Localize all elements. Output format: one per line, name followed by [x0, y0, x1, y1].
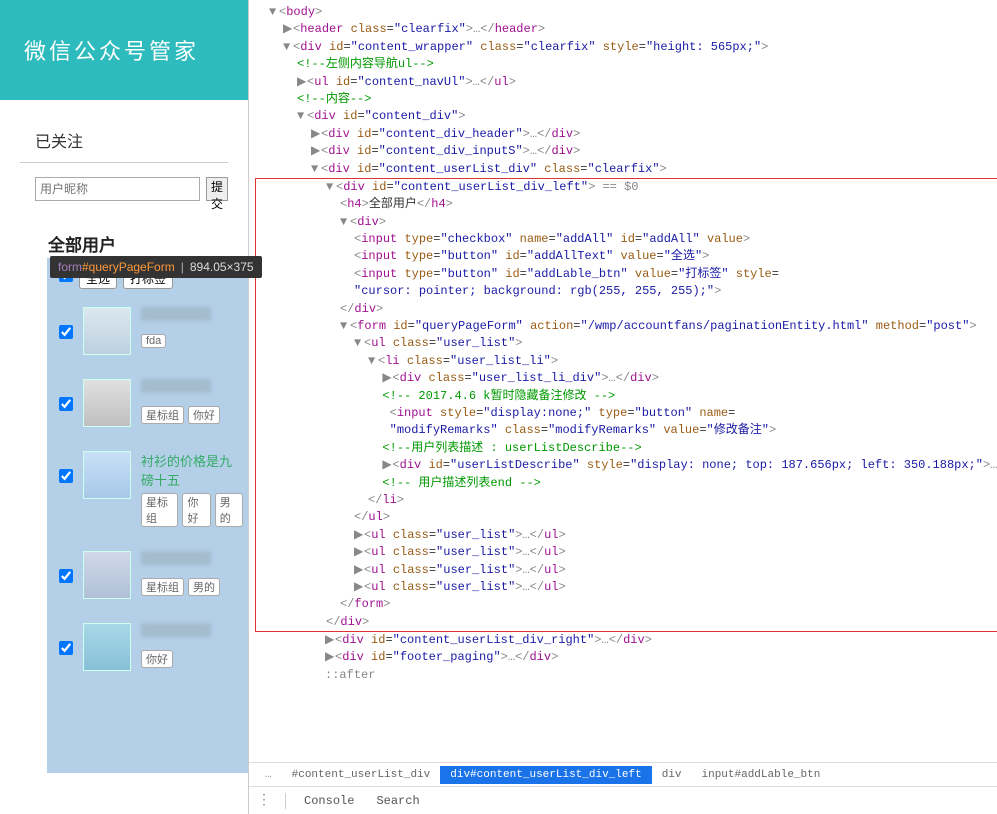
bottom-tabs: ⋮ Console Search — [249, 786, 997, 814]
tag[interactable]: 星标组 — [141, 578, 184, 596]
tooltip-type: form — [58, 260, 82, 274]
expand-arrow-icon[interactable]: ▼ — [269, 4, 279, 21]
tag[interactable]: 星标组 — [141, 493, 178, 527]
app-header: 微信公众号管家 — [0, 0, 248, 100]
expand-arrow-icon[interactable]: ▶ — [325, 649, 335, 666]
nickname — [141, 623, 211, 637]
expand-arrow-icon[interactable]: ▼ — [340, 318, 350, 335]
crumb-more[interactable]: … — [255, 766, 282, 784]
expand-arrow-icon[interactable]: ▶ — [382, 457, 392, 474]
expand-arrow-icon[interactable]: ▶ — [283, 21, 293, 38]
avatar — [83, 451, 131, 499]
app-panel: 微信公众号管家 已关注 提交 全部用户 form#queryPageForm |… — [0, 0, 249, 814]
tab-console[interactable]: Console — [300, 791, 358, 811]
selected-node-box: ▼<div id="content_userList_div_left"> ==… — [255, 178, 997, 632]
submit-button[interactable]: 提交 — [206, 177, 228, 201]
expand-arrow-icon[interactable]: ▼ — [283, 39, 293, 56]
user-item: fda — [45, 297, 243, 369]
tag[interactable]: 你好 — [182, 493, 210, 527]
devtools-panel: ▼<body> ▶<header class="clearfix">…</hea… — [249, 0, 997, 814]
app-title: 微信公众号管家 — [24, 34, 199, 66]
user-item: 衬衫的价格是九磅十五 星标组 你好 男的 — [45, 441, 243, 541]
expand-arrow-icon[interactable]: ▼ — [311, 161, 321, 178]
expand-arrow-icon[interactable]: ▼ — [354, 335, 364, 352]
expand-arrow-icon[interactable]: ▶ — [311, 143, 321, 160]
nickname-input[interactable] — [35, 177, 200, 201]
avatar — [83, 623, 131, 671]
inspect-tooltip: form#queryPageForm | 894.05×375 — [50, 256, 262, 278]
all-users-heading: 全部用户 — [0, 201, 248, 260]
dom-tree[interactable]: ▼<body> ▶<header class="clearfix">…</hea… — [249, 0, 997, 762]
expand-arrow-icon[interactable]: ▶ — [382, 370, 392, 387]
breadcrumb: … #content_userList_div div#content_user… — [249, 762, 997, 786]
crumb-active[interactable]: div#content_userList_div_left — [440, 766, 651, 784]
tag[interactable]: fda — [141, 334, 166, 348]
expand-arrow-icon[interactable]: ▶ — [354, 562, 364, 579]
crumb[interactable]: div — [652, 766, 692, 784]
expand-arrow-icon[interactable]: ▶ — [311, 126, 321, 143]
tag[interactable]: 男的 — [188, 578, 220, 596]
expand-arrow-icon[interactable]: ▶ — [297, 74, 307, 91]
avatar — [83, 307, 131, 355]
expand-arrow-icon[interactable]: ▼ — [368, 353, 378, 370]
tag[interactable]: 你好 — [141, 650, 173, 668]
tab-search[interactable]: Search — [372, 791, 423, 811]
expand-arrow-icon[interactable]: ▶ — [354, 579, 364, 596]
nickname: 衬衫的价格是九磅十五 — [141, 454, 232, 488]
expand-arrow-icon[interactable]: ▼ — [297, 108, 307, 125]
avatar — [83, 551, 131, 599]
expand-arrow-icon[interactable]: ▶ — [325, 632, 335, 649]
nickname — [141, 551, 211, 565]
tooltip-dims: 894.05×375 — [190, 260, 254, 274]
expand-arrow-icon[interactable]: ▶ — [354, 544, 364, 561]
user-meta: fda — [141, 307, 243, 348]
menu-icon[interactable]: ⋮ — [257, 792, 271, 809]
expand-arrow-icon[interactable]: ▼ — [326, 179, 336, 196]
user-checkbox[interactable] — [59, 325, 73, 339]
tooltip-id: #queryPageForm — [82, 260, 175, 274]
tag[interactable]: 星标组 — [141, 406, 184, 424]
user-checkbox[interactable] — [59, 469, 73, 483]
avatar — [83, 379, 131, 427]
nickname — [141, 379, 211, 393]
user-item: 星标组 男的 — [45, 541, 243, 613]
tag[interactable]: 男的 — [215, 493, 243, 527]
divider — [20, 162, 228, 163]
user-checkbox[interactable] — [59, 397, 73, 411]
user-list: 全选 打标签 fda 星标组 你好 — [0, 260, 248, 685]
nickname — [141, 307, 211, 321]
expand-arrow-icon[interactable]: ▶ — [354, 527, 364, 544]
expand-arrow-icon[interactable]: ▼ — [340, 214, 350, 231]
crumb[interactable]: #content_userList_div — [282, 766, 441, 784]
user-item: 你好 — [45, 613, 243, 685]
crumb[interactable]: input#addLable_btn — [692, 766, 831, 784]
user-item: 星标组 你好 — [45, 369, 243, 441]
user-checkbox[interactable] — [59, 569, 73, 583]
search-row: 提交 — [0, 177, 248, 201]
section-label: 已关注 — [0, 100, 248, 162]
tag[interactable]: 你好 — [188, 406, 220, 424]
user-checkbox[interactable] — [59, 641, 73, 655]
